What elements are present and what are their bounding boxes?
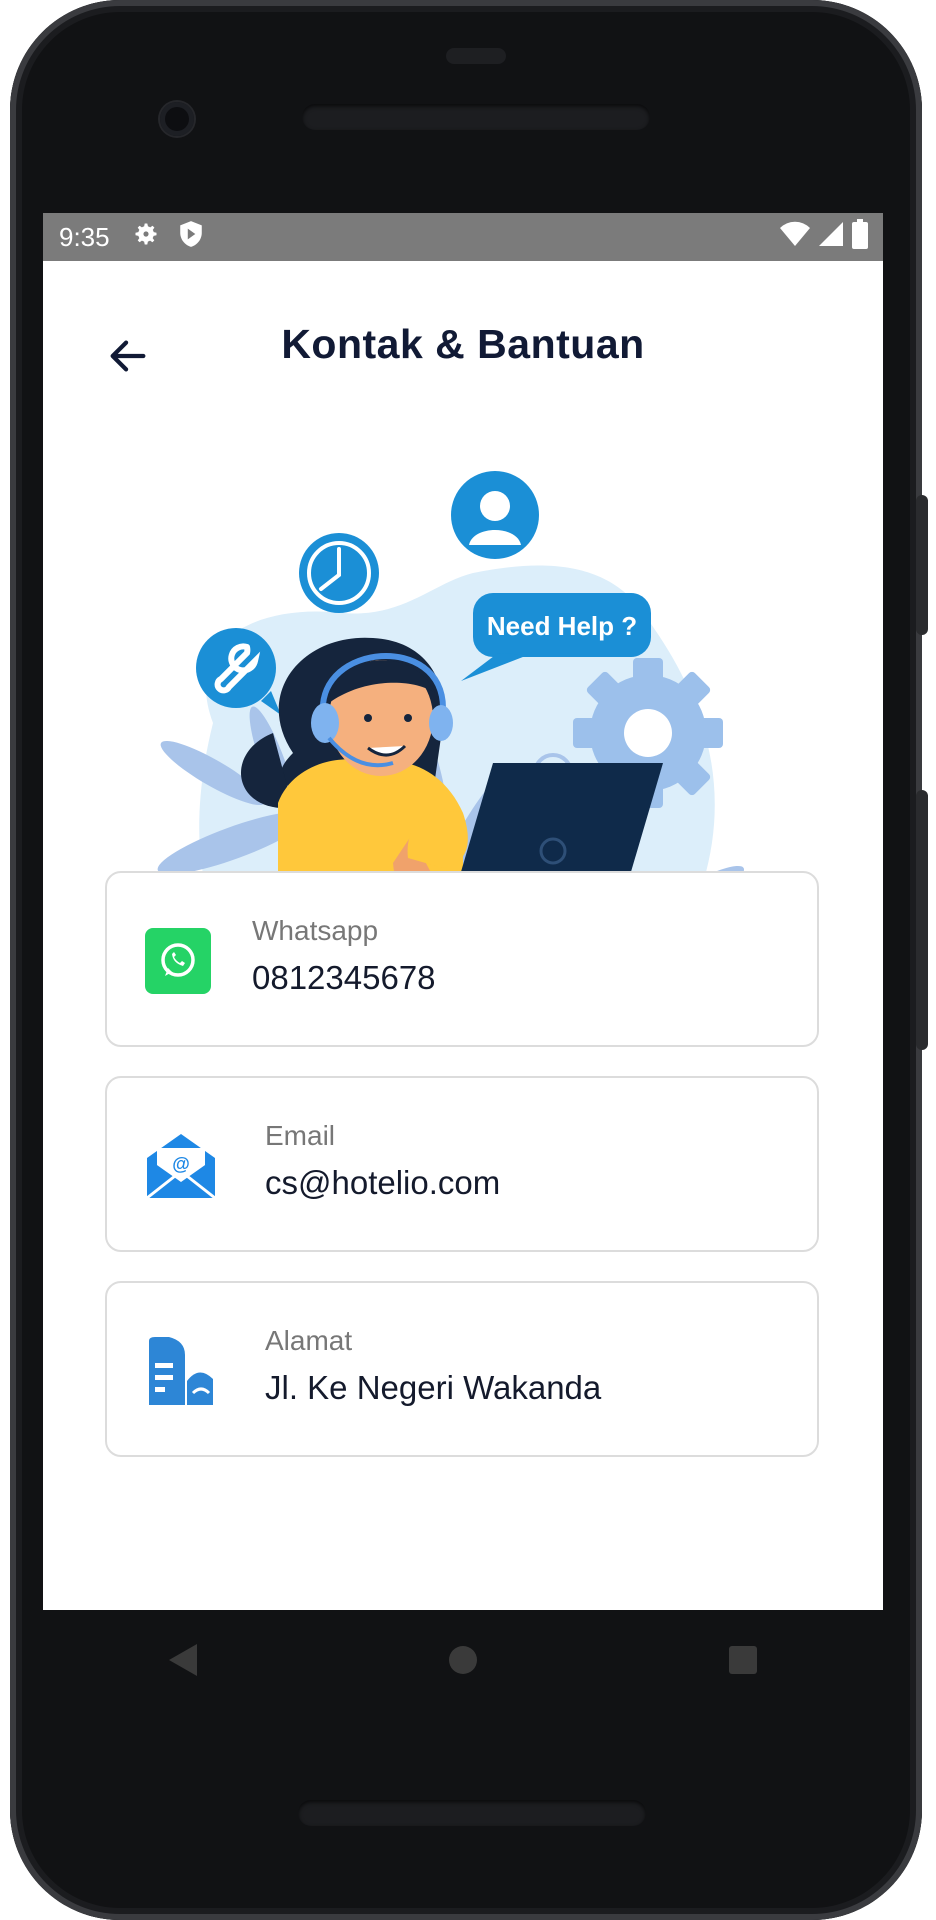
front-camera bbox=[160, 102, 194, 136]
power-button bbox=[916, 790, 928, 1050]
signal-icon bbox=[817, 220, 845, 255]
contact-label: Alamat bbox=[265, 1325, 353, 1356]
whatsapp-icon bbox=[145, 928, 213, 996]
page-title: Kontak & Bantuan bbox=[281, 321, 645, 367]
recents-square-icon bbox=[729, 1646, 757, 1674]
svg-text:Need Help ?: Need Help ? bbox=[487, 611, 637, 641]
user-icon bbox=[451, 471, 539, 559]
back-triangle-icon bbox=[169, 1644, 197, 1676]
nav-back-button[interactable] bbox=[153, 1630, 213, 1690]
shield-icon bbox=[178, 220, 204, 255]
building-icon bbox=[145, 1335, 213, 1405]
contact-card-address[interactable]: Alamat Jl. Ke Negeri Wakanda bbox=[105, 1281, 819, 1457]
battery-icon bbox=[851, 218, 869, 256]
settings-icon bbox=[132, 220, 160, 255]
contact-value: cs@hotelio.com bbox=[265, 1164, 501, 1201]
system-nav-bar bbox=[43, 1610, 883, 1710]
email-icon: @ bbox=[145, 1130, 216, 1200]
status-bar: 9:35 bbox=[43, 213, 883, 261]
screen: 9:35 Kontak & Bantuan Need Help ? Whatsa… bbox=[43, 213, 883, 1610]
status-time: 9:35 bbox=[59, 221, 110, 252]
nav-home-button[interactable] bbox=[433, 1630, 493, 1690]
wifi-icon bbox=[779, 220, 811, 255]
bottom-speaker bbox=[298, 1800, 646, 1826]
contact-value: 0812345678 bbox=[252, 959, 436, 996]
home-circle-icon bbox=[449, 1646, 477, 1674]
contact-card-email[interactable]: @ Email cs@hotelio.com bbox=[105, 1076, 819, 1252]
contact-label: Email bbox=[265, 1120, 336, 1151]
volume-button bbox=[916, 495, 928, 635]
phone-earpiece bbox=[446, 48, 506, 64]
top-speaker bbox=[302, 104, 650, 130]
clock-icon bbox=[299, 533, 379, 613]
svg-text:@: @ bbox=[172, 1154, 190, 1174]
contact-value: Jl. Ke Negeri Wakanda bbox=[265, 1369, 602, 1406]
contact-label: Whatsapp bbox=[252, 915, 379, 946]
app-bar: Kontak & Bantuan bbox=[43, 261, 883, 421]
nav-recents-button[interactable] bbox=[713, 1630, 773, 1690]
contact-card-whatsapp[interactable]: Whatsapp 0812345678 bbox=[105, 871, 819, 1047]
